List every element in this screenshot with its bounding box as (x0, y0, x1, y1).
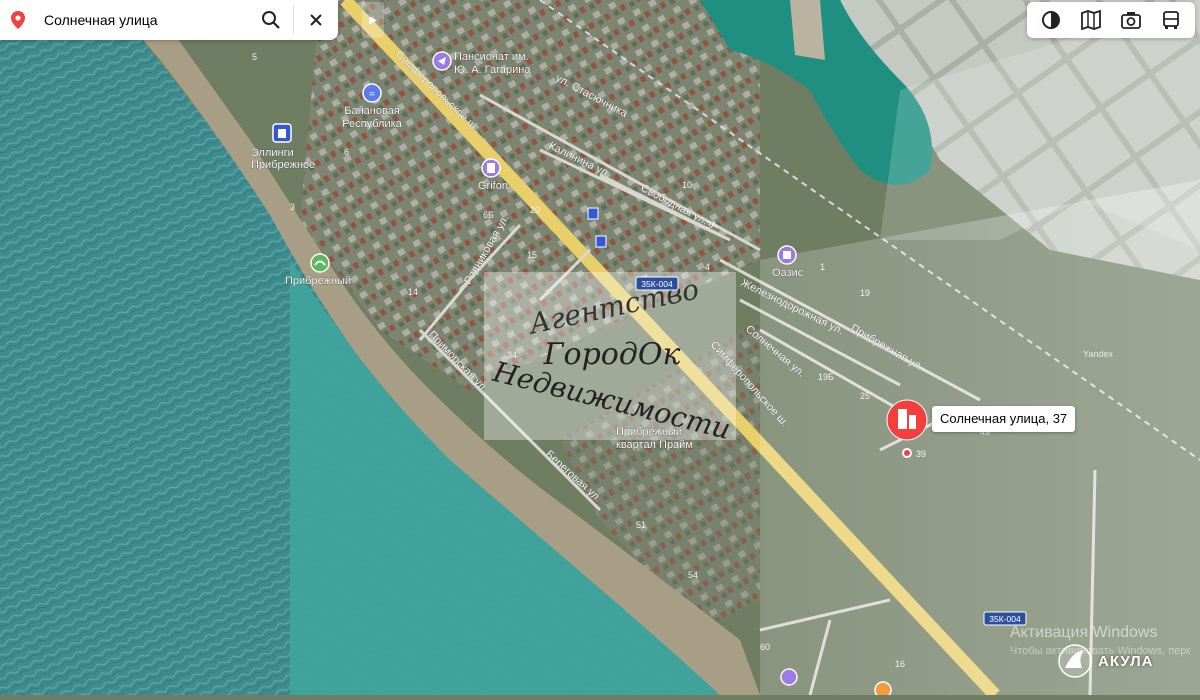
house-number: 6 (344, 147, 349, 157)
brand-watermark: АКУЛА (1058, 644, 1153, 678)
house-number: 3 (290, 202, 295, 212)
panorama-camera-icon[interactable] (1114, 3, 1148, 37)
poi-grifon-label: Grifon (478, 180, 508, 192)
building-icon (487, 163, 495, 173)
windows-activation-title: Активация Windows (1010, 624, 1158, 641)
chevron-right-icon: ▶ (369, 14, 377, 26)
watermark-line2: ГородОк (543, 337, 681, 372)
poi-pansionat-label2: Ю. А. Гагарина (454, 64, 531, 76)
house-number: 54 (688, 570, 698, 580)
road-shield-a: 35К-004 (635, 276, 679, 291)
poi-pansionat-label1: Пансионат им. (454, 51, 529, 63)
shark-fin-logo (1058, 644, 1092, 678)
house-number: 51 (636, 520, 646, 530)
close-icon[interactable] (294, 0, 338, 40)
brand-name: АКУЛА (1098, 652, 1154, 670)
layers-icon[interactable] (1034, 3, 1068, 37)
result-house-number: 39 (916, 449, 926, 459)
house-number: 16 (895, 659, 905, 669)
house-number: 15 (527, 250, 537, 260)
waterpark-icon: ≈ (369, 89, 375, 100)
poi-oazis-label: Оазис (772, 267, 804, 279)
result-address-label[interactable]: Солнечная улица, 37 (932, 406, 1076, 432)
poi-pribrezhny-label: Прибрежный (285, 275, 351, 287)
hotel-icon (278, 129, 286, 138)
house-number: 6Б (483, 210, 494, 220)
house-number: 3А (706, 220, 717, 230)
search-icon[interactable] (249, 0, 293, 40)
svg-text:35К-004: 35К-004 (641, 279, 673, 289)
lagoon-sandbank (790, 0, 825, 60)
house-number: 60 (760, 642, 770, 652)
house-number: 19 (860, 288, 870, 298)
svg-text:35К-004: 35К-004 (989, 614, 1021, 624)
poi-banana-label1: Банановая (344, 105, 400, 117)
result-point (902, 448, 912, 458)
poi-kvartal-label2: квартал Прайм (616, 439, 693, 451)
poi-kvartal-praim[interactable]: Прибрежный квартал Прайм (616, 426, 693, 451)
cloud-haze (760, 180, 1200, 695)
map-book-icon[interactable] (1074, 3, 1108, 37)
collapse-panel-button[interactable]: ▶ (362, 2, 384, 38)
poi-ellingi-label2: Прибрежное (251, 159, 315, 171)
house-number: 14 (408, 287, 418, 297)
search-panel (0, 0, 338, 40)
bed-icon (783, 251, 791, 259)
house-number: 10 (682, 180, 692, 190)
satellite-map[interactable]: Агентство ГородОк Недвижимости Симферопо… (0, 0, 1200, 700)
house-number: 25 (860, 391, 870, 401)
poi-ellingi-label1: Эллинги (251, 147, 294, 159)
house-number: 34 (507, 350, 517, 360)
house-number: 1 (820, 262, 825, 272)
map-toolbar (1027, 2, 1195, 38)
bus-icon[interactable] (1154, 3, 1188, 37)
house-number: 5 (252, 52, 257, 62)
location-pin-icon (0, 0, 36, 40)
yandex-credit: Yandex (1083, 349, 1113, 359)
house-number: 4 (705, 262, 710, 272)
poi-banana-label2: Республика (342, 118, 402, 130)
search-input[interactable] (36, 1, 249, 39)
house-number: 20 (530, 205, 540, 215)
poi-kvartal-label1: Прибрежный (616, 426, 682, 438)
house-number: 19Б (818, 372, 834, 382)
